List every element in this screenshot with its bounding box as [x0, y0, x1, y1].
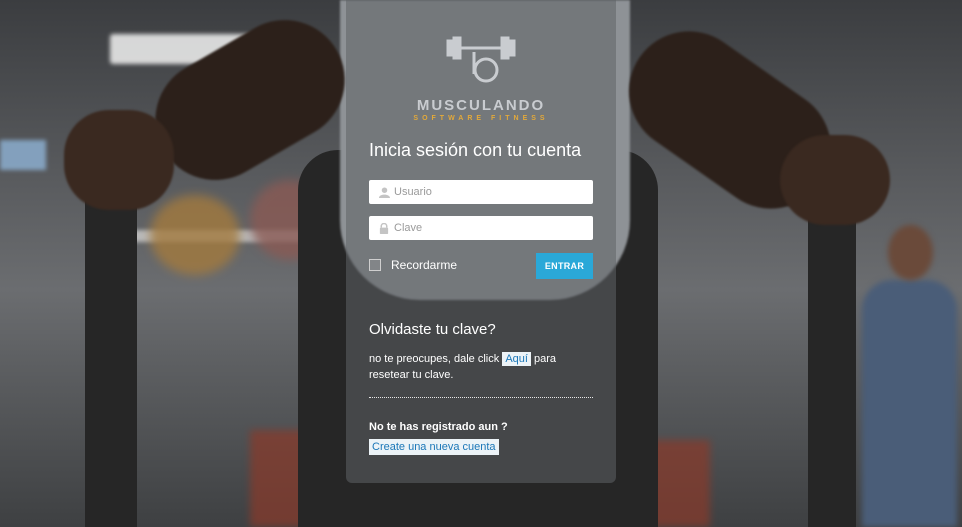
background-person-head	[888, 225, 933, 280]
brand-name: MUSCULANDO	[416, 97, 546, 114]
login-button[interactable]: ENTRAR	[536, 253, 593, 279]
divider	[369, 397, 593, 398]
brand-tagline: SOFTWARE FITNESS	[413, 115, 549, 122]
background-person	[862, 280, 957, 527]
login-title: Inicia sesión con tu cuenta	[369, 140, 582, 160]
remember-me[interactable]: Recordarme	[369, 258, 457, 272]
forgot-password-title: Olvidaste tu clave?	[369, 321, 496, 338]
window-light	[0, 140, 46, 170]
remember-label: Recordarme	[391, 258, 458, 272]
medicine-ball	[150, 195, 240, 275]
sled-pole-right	[808, 215, 856, 527]
brand-logo: MUSCULANDO SOFTWARE FITNESS	[346, 30, 616, 122]
create-account-link[interactable]: Create una nueva cuenta	[369, 439, 499, 455]
username-input[interactable]	[394, 186, 584, 198]
user-icon	[374, 186, 394, 198]
forgot-password-text: no te preocupes, dale click Aquí para re…	[369, 351, 579, 383]
sled-pole-left	[85, 190, 137, 527]
forgot-text-before: no te preocupes, dale click	[369, 353, 503, 365]
dumbbell-logo-icon	[346, 30, 616, 95]
athlete-right-hand	[780, 135, 890, 225]
remember-checkbox[interactable]	[369, 259, 381, 271]
login-panel: MUSCULANDO SOFTWARE FITNESS Inicia sesió…	[346, 0, 616, 483]
username-field[interactable]	[369, 180, 593, 204]
password-input[interactable]	[394, 222, 584, 234]
register-title: No te has registrado aun ?	[369, 421, 508, 433]
athlete-left-hand	[64, 110, 174, 210]
lock-icon	[374, 222, 394, 234]
reset-password-link[interactable]: Aquí	[502, 352, 531, 366]
password-field[interactable]	[369, 216, 593, 240]
